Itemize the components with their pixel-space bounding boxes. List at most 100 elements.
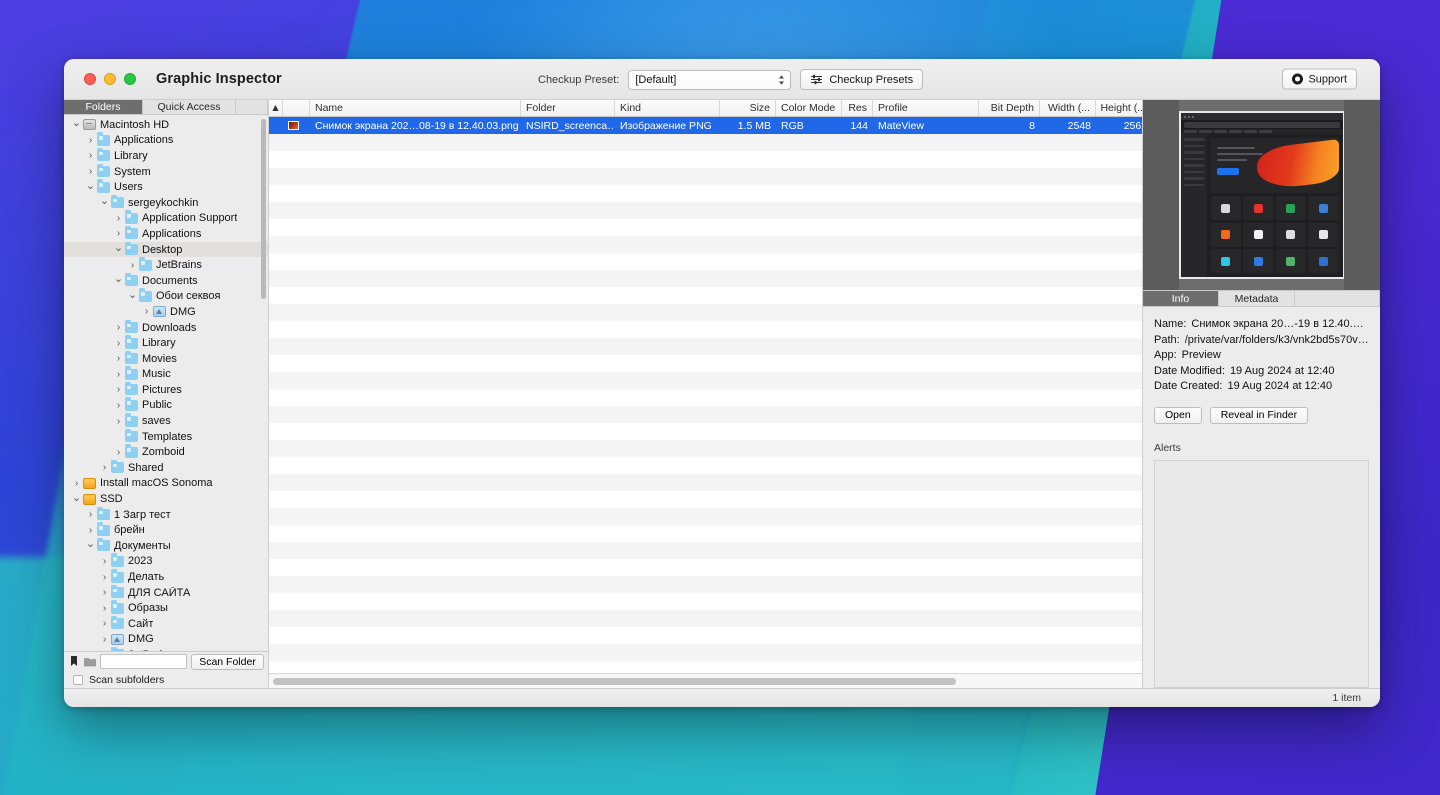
tree-item-12[interactable]: ›DMG — [64, 304, 268, 320]
chevron-down-icon[interactable]: ⌄ — [70, 116, 83, 129]
tree-item-25[interactable]: ›1 Загр тест — [64, 507, 268, 523]
chevron-right-icon[interactable]: › — [98, 462, 111, 473]
tree-item-22[interactable]: ›Shared — [64, 460, 268, 476]
chevron-right-icon[interactable]: › — [98, 587, 111, 598]
chevron-down-icon[interactable]: ⌄ — [84, 537, 97, 550]
tree-item-21[interactable]: ›Zomboid — [64, 444, 268, 460]
chevron-right-icon[interactable]: › — [112, 322, 125, 333]
chevron-right-icon[interactable]: › — [84, 166, 97, 177]
tree-item-34[interactable]: ›JetBrains — [64, 647, 268, 651]
chevron-right-icon[interactable]: › — [112, 353, 125, 364]
close-button-icon[interactable] — [84, 73, 96, 85]
checkup-preset-select[interactable]: [Default] — [628, 70, 791, 90]
reveal-in-finder-button[interactable]: Reveal in Finder — [1210, 407, 1308, 424]
chevron-right-icon[interactable]: › — [98, 634, 111, 645]
column-header-width[interactable]: Width (... — [1040, 100, 1096, 116]
chevron-down-icon[interactable]: ⌄ — [126, 288, 139, 301]
table-row[interactable]: Снимок экрана 202…08-19 в 12.40.03.pngNS… — [269, 117, 1142, 134]
tree-item-1[interactable]: ›Applications — [64, 133, 268, 149]
folder-add-icon[interactable] — [84, 656, 96, 668]
column-header-sort[interactable] — [283, 100, 310, 116]
tree-item-14[interactable]: ›Library — [64, 335, 268, 351]
chevron-right-icon[interactable]: › — [126, 260, 139, 271]
chevron-right-icon[interactable]: › — [84, 509, 97, 520]
tree-item-29[interactable]: ›Делать — [64, 569, 268, 585]
horizontal-scrollbar-thumb[interactable] — [273, 678, 956, 685]
chevron-right-icon[interactable]: › — [84, 150, 97, 161]
checkup-presets-button[interactable]: Checkup Presets — [800, 69, 923, 90]
tree-item-31[interactable]: ›Образы — [64, 600, 268, 616]
tree-item-4[interactable]: ⌄Users — [64, 179, 268, 195]
tree-item-11[interactable]: ⌄Обои секвоя — [64, 289, 268, 305]
scan-subfolders-row[interactable]: Scan subfolders — [64, 671, 268, 688]
bookmark-icon[interactable] — [68, 656, 80, 668]
tree-item-15[interactable]: ›Movies — [64, 351, 268, 367]
chevron-down-icon[interactable]: ⌄ — [112, 241, 125, 254]
tab-quick-access[interactable]: Quick Access — [143, 100, 236, 114]
chevron-down-icon[interactable]: ⌄ — [112, 272, 125, 285]
chevron-right-icon[interactable]: › — [98, 572, 111, 583]
tab-folders[interactable]: Folders — [64, 100, 143, 114]
table-horizontal-scroll-area[interactable] — [269, 673, 1142, 688]
column-header-sort[interactable]: ▲ — [269, 100, 283, 116]
tree-item-28[interactable]: ›2023 — [64, 554, 268, 570]
tree-item-30[interactable]: ›ДЛЯ САЙТА — [64, 585, 268, 601]
chevron-right-icon[interactable]: › — [112, 447, 125, 458]
chevron-right-icon[interactable]: › — [112, 369, 125, 380]
scan-folder-button[interactable]: Scan Folder — [191, 654, 264, 670]
tree-item-9[interactable]: ›JetBrains — [64, 257, 268, 273]
scan-subfolders-checkbox[interactable] — [73, 675, 83, 685]
tree-item-24[interactable]: ⌄SSD — [64, 491, 268, 507]
alerts-list[interactable] — [1154, 460, 1369, 689]
chevron-down-icon[interactable]: ⌄ — [70, 491, 83, 504]
chevron-right-icon[interactable]: › — [112, 384, 125, 395]
chevron-down-icon[interactable]: ⌄ — [84, 179, 97, 192]
tree-item-0[interactable]: ⌄Macintosh HD — [64, 117, 268, 133]
tree-item-27[interactable]: ⌄Документы — [64, 538, 268, 554]
tree-item-18[interactable]: ›Public — [64, 398, 268, 414]
column-header-profile[interactable]: Profile — [873, 100, 979, 116]
zoom-button-icon[interactable] — [124, 73, 136, 85]
chevron-right-icon[interactable]: › — [98, 618, 111, 629]
column-header-colormode[interactable]: Color Mode — [776, 100, 842, 116]
chevron-right-icon[interactable]: › — [98, 649, 111, 651]
minimize-button-icon[interactable] — [104, 73, 116, 85]
column-header-bitdepth[interactable]: Bit Depth — [979, 100, 1040, 116]
tree-item-8[interactable]: ⌄Desktop — [64, 242, 268, 258]
open-button[interactable]: Open — [1154, 407, 1202, 424]
chevron-right-icon[interactable]: › — [84, 525, 97, 536]
tree-item-20[interactable]: Templates — [64, 429, 268, 445]
chevron-right-icon[interactable]: › — [98, 603, 111, 614]
chevron-right-icon[interactable]: › — [140, 306, 153, 317]
tree-item-16[interactable]: ›Music — [64, 367, 268, 383]
chevron-right-icon[interactable]: › — [70, 478, 83, 489]
column-header-name[interactable]: Name — [310, 100, 521, 116]
column-header-res[interactable]: Res — [842, 100, 873, 116]
scan-path-input[interactable] — [100, 654, 187, 669]
tree-item-32[interactable]: ›Сайт — [64, 616, 268, 632]
chevron-right-icon[interactable]: › — [112, 400, 125, 411]
tree-item-23[interactable]: ›Install macOS Sonoma — [64, 476, 268, 492]
tree-item-7[interactable]: ›Applications — [64, 226, 268, 242]
tree-item-13[interactable]: ›Downloads — [64, 320, 268, 336]
chevron-right-icon[interactable]: › — [112, 416, 125, 427]
column-header-folder[interactable]: Folder — [521, 100, 615, 116]
chevron-down-icon[interactable]: ⌄ — [98, 194, 111, 207]
chevron-right-icon[interactable]: › — [112, 228, 125, 239]
column-header-size[interactable]: Size — [720, 100, 776, 116]
tree-scrollbar[interactable] — [261, 119, 266, 299]
chevron-right-icon[interactable]: › — [112, 213, 125, 224]
chevron-right-icon[interactable]: › — [84, 135, 97, 146]
table-body[interactable]: Снимок экрана 202…08-19 в 12.40.03.pngNS… — [269, 117, 1142, 673]
tree-item-17[interactable]: ›Pictures — [64, 382, 268, 398]
tree-item-5[interactable]: ⌄sergeykochkin — [64, 195, 268, 211]
tab-metadata[interactable]: Metadata — [1219, 291, 1295, 306]
folder-tree[interactable]: ⌄Macintosh HD›Applications›Library›Syste… — [64, 115, 268, 651]
support-button[interactable]: Support — [1282, 69, 1357, 90]
tree-item-19[interactable]: ›saves — [64, 413, 268, 429]
tab-info[interactable]: Info — [1143, 291, 1219, 306]
table-header-row[interactable]: ▲NameFolderKindSizeColor ModeResProfileB… — [269, 100, 1142, 117]
tree-item-26[interactable]: ›брейн — [64, 522, 268, 538]
tree-item-33[interactable]: ›DMG — [64, 632, 268, 648]
tree-item-6[interactable]: ›Application Support — [64, 211, 268, 227]
